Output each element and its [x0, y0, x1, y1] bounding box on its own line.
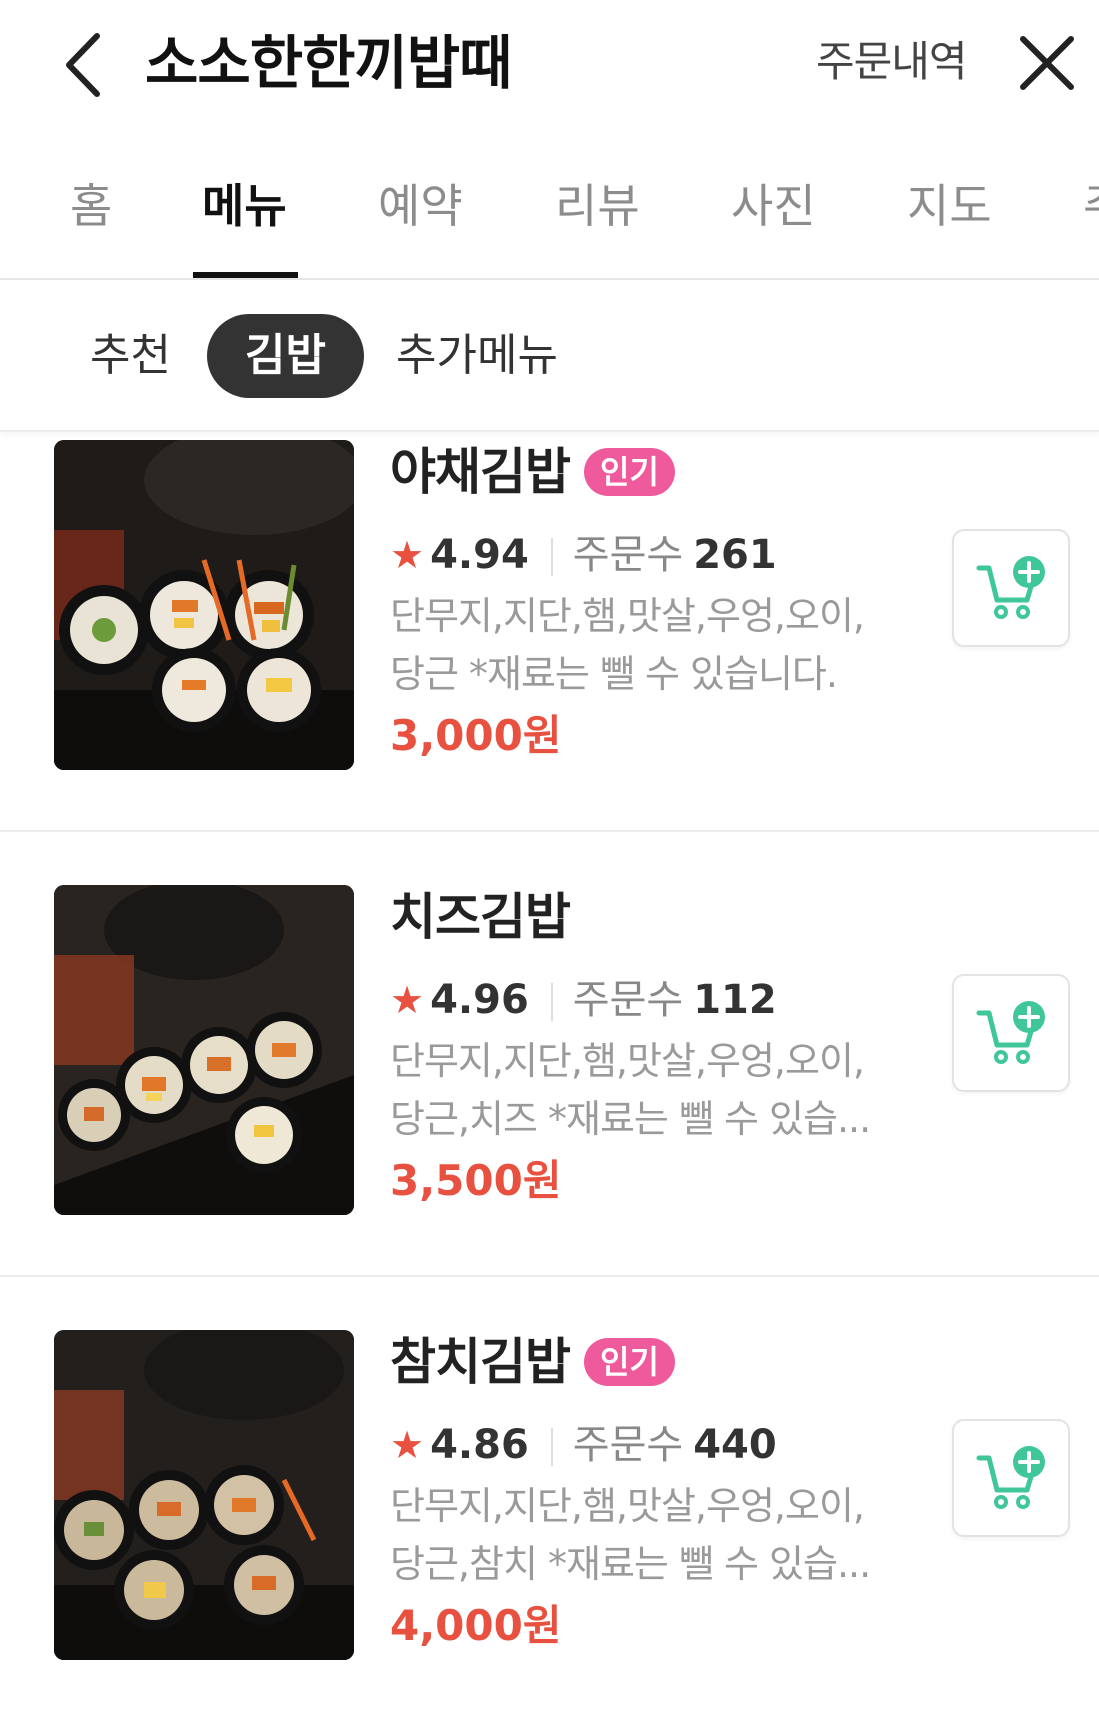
orders-label: 주문수	[572, 532, 684, 578]
add-to-cart-button[interactable]	[952, 1419, 1070, 1537]
popular-badge: 인기	[584, 1337, 675, 1386]
menu-item-description: 단무지,지단,햄,맛살,우엉,오이, 당근,치즈 *재료는 뺄 수 있습...	[390, 1039, 871, 1141]
tab-menu[interactable]: 메뉴	[202, 176, 287, 236]
order-history-button[interactable]: 주문내역	[816, 32, 968, 92]
menu-item-description: 단무지,지단,햄,맛살,우엉,오이, 당근 *재료는 뺄 수 있습니다.	[390, 594, 865, 696]
menu-item-tuna-gimbap[interactable]: 참치김밥 인기 ★ 4.86 주문수 440 단무지,지단,햄,맛살,우엉,오이, 당근…	[0, 1277, 1099, 1718]
tab-reservation[interactable]: 예약	[378, 176, 463, 236]
chevron-left-icon	[66, 33, 100, 97]
menu-item-meta: ★ 4.96 주문수 112	[390, 972, 777, 1028]
menu-page: 소소한한끼밥때 주문내역 홈 메뉴 예약 리뷰 사진 지도 주 추천 김밥 추가…	[0, 0, 1099, 1718]
subcategory-extra-menu[interactable]: 추가메뉴	[396, 314, 558, 398]
rating-value: 4.86	[430, 1422, 529, 1468]
menu-list: 야채김밥 인기 ★ 4.94 주문수 261 단무지,지단,햄,맛살,우엉,오이, 당근…	[0, 432, 1099, 1718]
subcategory-gimbap[interactable]: 김밥	[207, 314, 364, 398]
star-icon: ★	[390, 978, 425, 1022]
subcategory-bar: 추천 김밥 추가메뉴	[0, 280, 1099, 432]
meta-divider	[550, 1428, 553, 1466]
orders-label: 주문수	[572, 977, 684, 1023]
close-button[interactable]	[1014, 30, 1080, 96]
tab-home[interactable]: 홈	[70, 176, 112, 236]
menu-item-meta: ★ 4.86 주문수 440	[390, 1417, 777, 1473]
menu-item-description: 단무지,지단,햄,맛살,우엉,오이, 당근,참치 *재료는 뺄 수 있습...	[390, 1484, 871, 1586]
orders-count: 440	[693, 1422, 777, 1468]
tab-map[interactable]: 지도	[907, 176, 992, 236]
popular-badge: 인기	[584, 447, 675, 496]
rating-value: 4.94	[430, 532, 529, 578]
menu-item-vegetable-gimbap[interactable]: 야채김밥 인기 ★ 4.94 주문수 261 단무지,지단,햄,맛살,우엉,오이, 당근…	[0, 432, 1099, 832]
header: 소소한한끼밥때 주문내역	[0, 0, 1099, 130]
tab-more[interactable]: 주	[1083, 176, 1099, 236]
active-tab-indicator	[193, 272, 298, 278]
menu-item-price: 3,500원	[390, 1156, 562, 1205]
tab-photos[interactable]: 사진	[731, 176, 816, 236]
add-to-cart-button[interactable]	[952, 529, 1070, 647]
meta-divider	[550, 538, 553, 576]
cart-add-icon	[976, 1001, 1045, 1064]
orders-count: 261	[693, 532, 777, 578]
menu-item-meta: ★ 4.94 주문수 261	[390, 527, 777, 583]
back-button[interactable]	[58, 30, 108, 100]
menu-item-name: 참치김밥 인기	[390, 1329, 675, 1395]
menu-item-photo	[54, 440, 354, 770]
star-icon: ★	[390, 1423, 425, 1467]
meta-divider	[550, 983, 553, 1021]
cart-add-icon	[976, 1446, 1045, 1509]
menu-item-photo	[54, 885, 354, 1215]
orders-count: 112	[693, 977, 777, 1023]
menu-item-name: 치즈김밥	[390, 888, 571, 946]
add-to-cart-button[interactable]	[952, 974, 1070, 1092]
menu-item-cheese-gimbap[interactable]: 치즈김밥 ★ 4.96 주문수 112 단무지,지단,햄,맛살,우엉,오이, 당근,치…	[0, 832, 1099, 1277]
subcategory-recommended[interactable]: 추천	[90, 314, 171, 398]
menu-item-price: 3,000원	[390, 711, 562, 760]
rating-value: 4.96	[430, 977, 529, 1023]
orders-label: 주문수	[572, 1422, 684, 1468]
menu-item-photo	[54, 1330, 354, 1660]
star-icon: ★	[390, 533, 425, 577]
menu-item-price: 4,000원	[390, 1601, 562, 1650]
cart-add-icon	[976, 556, 1045, 619]
tab-bar: 홈 메뉴 예약 리뷰 사진 지도 주	[0, 150, 1099, 280]
tab-reviews[interactable]: 리뷰	[555, 176, 640, 236]
menu-item-name: 야채김밥 인기	[390, 439, 675, 505]
store-title: 소소한한끼밥때	[145, 29, 513, 97]
close-icon	[1020, 36, 1074, 90]
